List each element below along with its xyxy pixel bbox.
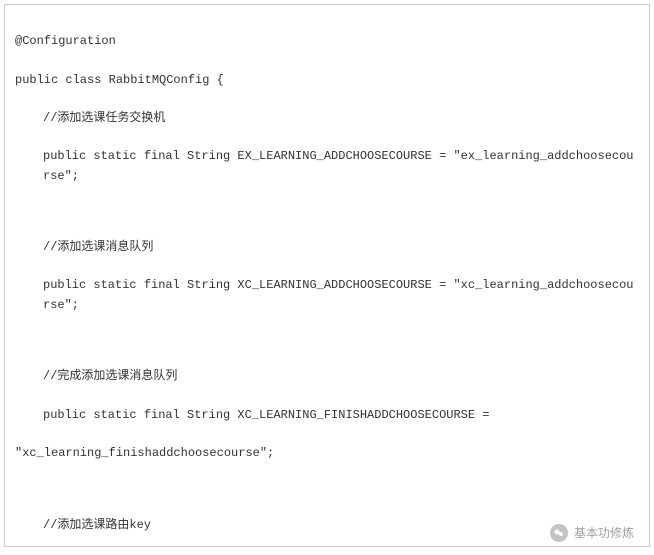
code-line: public static final String EX_LEARNING_A… [15,147,639,185]
code-line: public class RabbitMQConfig { [15,71,639,90]
watermark: 基本功修炼 [550,524,634,543]
code-line: public static final String XC_LEARNING_F… [15,406,639,425]
code-line: public static final String XC_LEARNING_A… [15,276,639,314]
blank-line [15,205,639,219]
code-comment: //添加选课任务交换机 [15,109,639,128]
code-block: @Configuration public class RabbitMQConf… [4,4,650,547]
code-line: @Configuration [15,32,639,51]
blank-line [15,482,639,496]
watermark-text: 基本功修炼 [574,524,634,543]
wechat-icon [550,524,568,542]
code-comment: //添加选课路由key [15,516,639,535]
code-line: "xc_learning_finishaddchoosecourse"; [15,444,639,463]
blank-line [15,334,639,348]
code-comment: //添加选课消息队列 [15,238,639,257]
code-comment: //完成添加选课消息队列 [15,367,639,386]
